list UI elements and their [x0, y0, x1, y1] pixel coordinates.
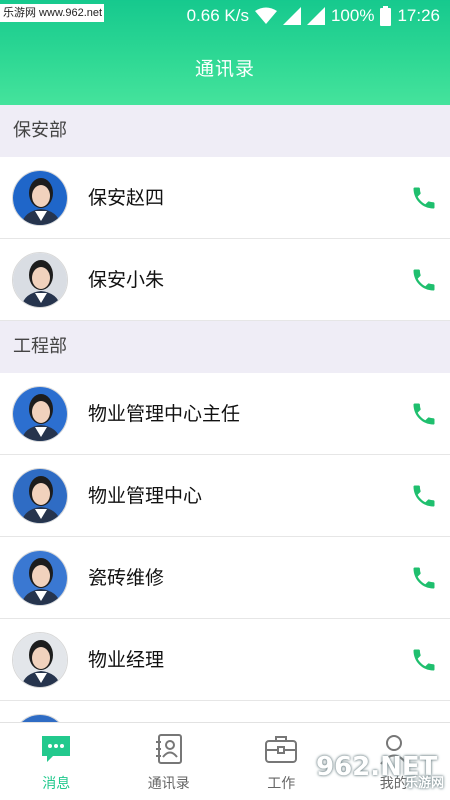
section-header: 保安部: [0, 105, 450, 157]
signal-icon: [282, 7, 301, 25]
contact-row[interactable]: 保安小朱: [0, 239, 450, 321]
contact-row-partial[interactable]: [0, 701, 450, 722]
phone-call-icon[interactable]: [410, 266, 438, 294]
avatar[interactable]: [12, 550, 68, 606]
tab-label: 消息: [42, 776, 71, 792]
contact-row[interactable]: 物业管理中心主任: [0, 373, 450, 455]
phone-call-icon[interactable]: [410, 564, 438, 592]
chat-bubble-icon: [39, 733, 73, 765]
tab-contacts-book[interactable]: 通讯录: [113, 723, 226, 800]
corner-watermark-sub: 乐游网: [404, 776, 444, 791]
phone-call-icon[interactable]: [410, 400, 438, 428]
avatar[interactable]: [12, 170, 68, 226]
contact-row[interactable]: 保安赵四: [0, 157, 450, 239]
contacts-book-icon: [152, 733, 186, 765]
contact-name: 物业经理: [88, 649, 165, 671]
source-watermark: 乐游网 www.962.net: [0, 4, 104, 22]
tab-chat-bubble[interactable]: 消息: [0, 723, 113, 800]
contact-name: 保安小朱: [88, 269, 165, 291]
phone-call-icon[interactable]: [410, 646, 438, 674]
avatar[interactable]: [12, 386, 68, 442]
briefcase-icon: [264, 733, 298, 765]
battery-percent: 100%: [330, 6, 375, 25]
page-title: 通讯录: [194, 58, 255, 80]
contact-name: 瓷砖维修: [88, 567, 165, 589]
app-header: 乐游网 www.962.net 0.66 K/s 100% 17:26 通讯录: [0, 0, 450, 105]
contact-list[interactable]: 保安部保安赵四保安小朱工程部物业管理中心主任 物业管理中心 瓷砖维修物业经理: [0, 105, 450, 722]
status-bar: 乐游网 www.962.net 0.66 K/s 100% 17:26: [0, 0, 450, 34]
clock: 17:26: [397, 6, 440, 25]
contact-name: 物业管理中心: [88, 485, 203, 507]
avatar[interactable]: [12, 714, 68, 722]
battery-icon: [380, 6, 392, 26]
tab-label: 通讯录: [147, 776, 190, 792]
network-speed: 0.66 K/s: [186, 6, 249, 25]
signal-icon-2: [306, 7, 325, 25]
contact-row[interactable]: 瓷砖维修: [0, 537, 450, 619]
corner-watermark: 962.NET 乐游网: [316, 752, 444, 792]
avatar[interactable]: [12, 632, 68, 688]
contact-name: 保安赵四: [88, 187, 165, 209]
avatar[interactable]: [12, 252, 68, 308]
phone-call-icon[interactable]: [410, 184, 438, 212]
section-header: 工程部: [0, 321, 450, 373]
phone-call-icon[interactable]: [410, 482, 438, 510]
contact-row[interactable]: 物业经理: [0, 619, 450, 701]
status-indicators: 0.66 K/s 100% 17:26: [187, 5, 440, 27]
contact-name: 物业管理中心主任: [88, 403, 241, 425]
avatar[interactable]: [12, 468, 68, 524]
contact-row[interactable]: 物业管理中心: [0, 455, 450, 537]
wifi-icon: [254, 7, 277, 24]
